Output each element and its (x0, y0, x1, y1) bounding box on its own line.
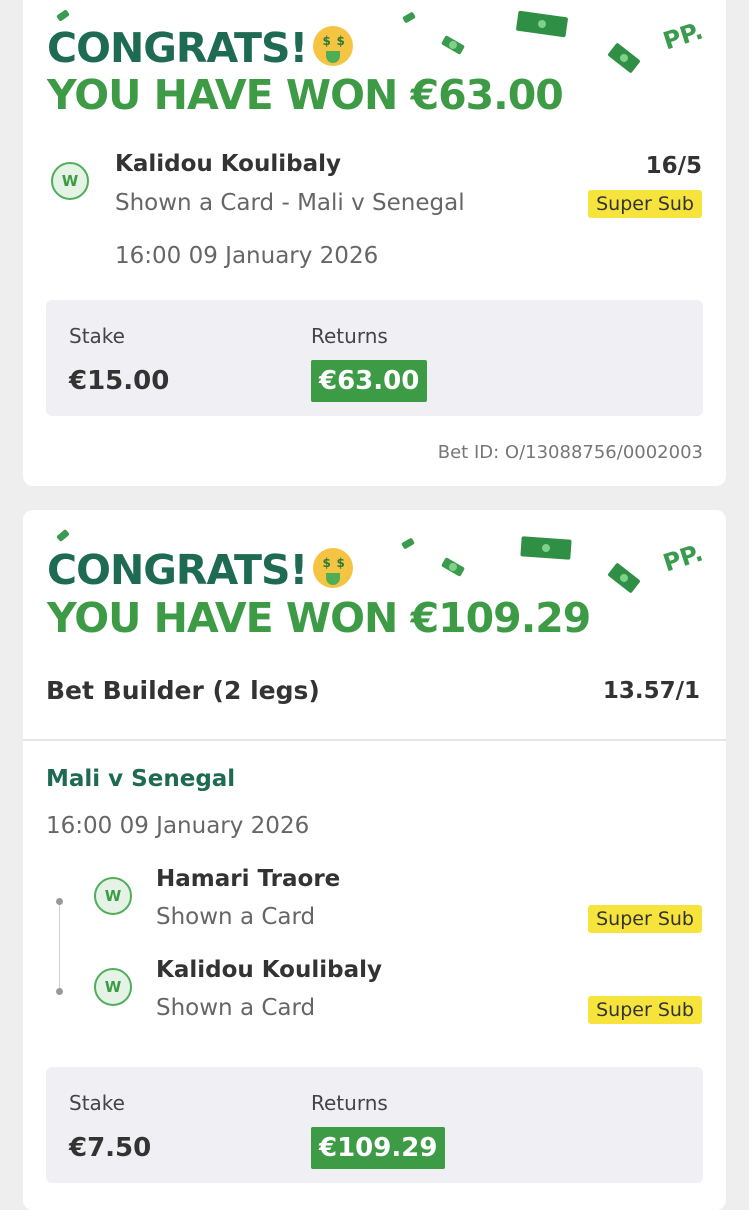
win-badge-icon: W (51, 162, 89, 200)
banknote-confetti-icon (440, 557, 466, 577)
leg-player: Kalidou Koulibaly (156, 957, 382, 983)
returns-label: Returns (311, 324, 388, 348)
banknote-confetti-icon (402, 11, 416, 24)
selection-market: Shown a Card - Mali v Senegal (115, 190, 465, 216)
money-mouth-face-icon: $ $ (313, 26, 354, 66)
super-sub-badge: Super Sub (588, 190, 702, 218)
event-datetime: 16:00 09 January 2026 (46, 813, 310, 839)
stake-value: €15.00 (69, 366, 170, 396)
banknote-confetti-icon (56, 528, 70, 543)
leg-market: Shown a Card (156, 995, 316, 1021)
banknote-confetti-icon (607, 42, 641, 74)
bet-card-single[interactable]: PP. CONGRATS! $ $ YOU HAVE WON €63.00 W Ka… (23, 0, 726, 486)
paddy-power-logo: PP. (659, 16, 707, 56)
leg-dot (56, 988, 63, 995)
leg-player: Hamari Traore (156, 866, 341, 892)
leg-market: Shown a Card (156, 904, 316, 930)
stake-value: €7.50 (69, 1133, 152, 1163)
stake-label: Stake (69, 324, 125, 348)
congrats-heading: CONGRATS! $ $ (47, 546, 354, 594)
event-datetime: 16:00 09 January 2026 (115, 243, 379, 269)
win-badge-icon: W (94, 968, 132, 1006)
returns-value: €63.00 (311, 360, 428, 402)
stake-returns-summary: Stake Returns €15.00 €63.00 (46, 300, 703, 416)
bet-builder-odds: 13.57/1 (602, 678, 700, 704)
selection-player: Kalidou Koulibaly (115, 151, 341, 177)
stake-returns-summary: Stake Returns €7.50 €109.29 (46, 1067, 703, 1183)
banknote-confetti-icon (401, 537, 415, 550)
bet-id: Bet ID: O/13088756/0002003 (437, 442, 703, 463)
returns-label: Returns (311, 1091, 388, 1115)
bet-builder-title: Bet Builder (2 legs) (46, 676, 320, 705)
win-badge-icon: W (94, 877, 132, 915)
banknote-confetti-icon (56, 9, 70, 22)
congrats-heading: CONGRATS! $ $ (47, 24, 354, 72)
divider (23, 739, 726, 741)
money-mouth-face-icon: $ $ (313, 548, 354, 588)
paddy-power-logo: PP. (659, 538, 707, 578)
bet-card-builder[interactable]: PP. CONGRATS! $ $ YOU HAVE WON €109.29 Bet… (23, 510, 726, 1210)
banknote-confetti-icon (515, 10, 569, 38)
returns-value: €109.29 (311, 1127, 446, 1169)
event-name[interactable]: Mali v Senegal (46, 766, 235, 792)
legs-connector (59, 904, 60, 992)
win-amount-heading: YOU HAVE WON €63.00 (47, 71, 564, 119)
banknote-confetti-icon (440, 35, 466, 55)
banknote-confetti-icon (520, 536, 572, 560)
leg-dot (56, 898, 63, 905)
banknote-confetti-icon (607, 562, 641, 594)
super-sub-badge: Super Sub (588, 905, 702, 933)
super-sub-badge: Super Sub (588, 996, 702, 1024)
stake-label: Stake (69, 1091, 125, 1115)
win-amount-heading: YOU HAVE WON €109.29 (47, 594, 591, 642)
selection-odds: 16/5 (645, 153, 702, 179)
